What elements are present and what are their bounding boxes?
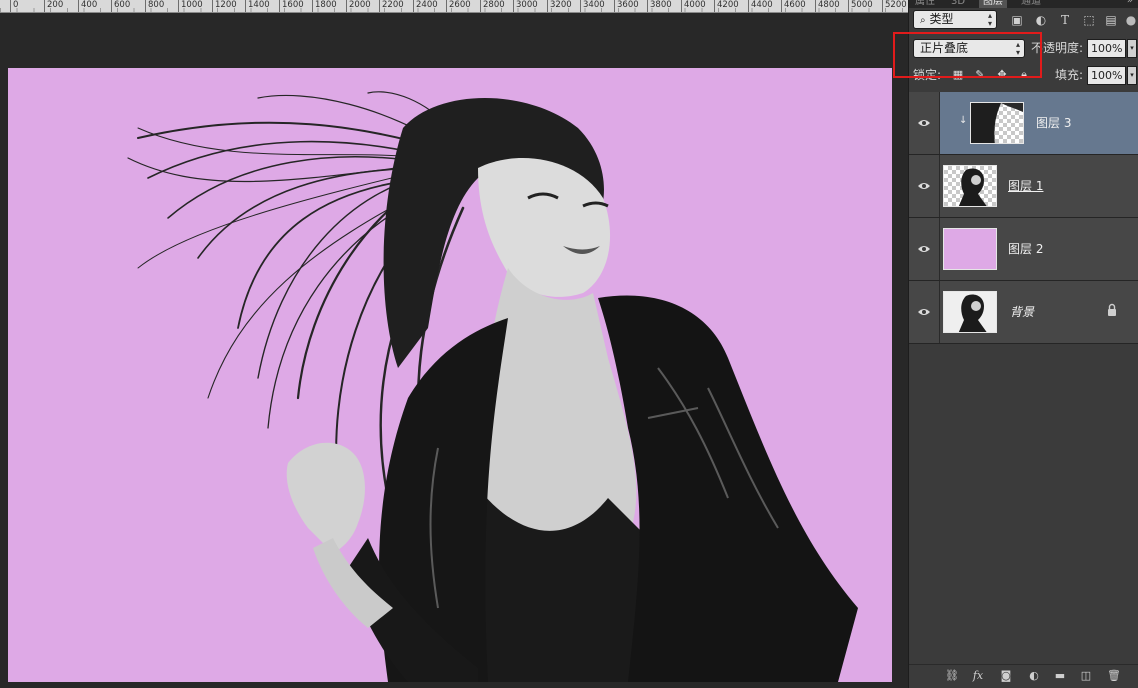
- layer-lock-icon: [1105, 303, 1119, 317]
- fill-dropdown-icon[interactable]: ▾: [1127, 66, 1137, 85]
- layer-row-background[interactable]: 背景: [909, 281, 1138, 344]
- layers-empty-area: [909, 346, 1138, 664]
- layer-name[interactable]: 图层 1: [1008, 155, 1043, 217]
- panel-tab-bar: 属性 3D 图层 通道 »: [909, 0, 1138, 8]
- fill-input[interactable]: 100%: [1087, 66, 1126, 85]
- opacity-label: 不透明度:: [1031, 41, 1084, 55]
- layer-name[interactable]: 图层 2: [1008, 218, 1043, 280]
- select-arrows-icon: ▴ ▾: [1015, 39, 1020, 57]
- lock-label: 锁定:: [913, 68, 942, 82]
- blend-mode-value: 正片叠底: [920, 41, 969, 55]
- tab-3d[interactable]: 3D: [951, 0, 965, 8]
- ruler-tick: 4800: [815, 0, 840, 12]
- add-mask-icon[interactable]: ◙: [999, 669, 1013, 683]
- horizontal-ruler[interactable]: 0 200 400 600 800 1000 1200 1400 1600 18…: [0, 0, 908, 13]
- smart-object-filter-icon[interactable]: ▤: [1103, 12, 1119, 28]
- filter-kind-select[interactable]: ⌕ 类型 ▴ ▾: [913, 10, 997, 29]
- layers-footer: ⛓ fx ◙ ◐ ▬ ◫ 🗑︎: [909, 664, 1138, 688]
- ruler-tick: 600: [111, 0, 130, 12]
- visibility-toggle[interactable]: [909, 281, 940, 343]
- ruler-tick: 1600: [279, 0, 304, 12]
- ruler-tick: 2200: [379, 0, 404, 12]
- blend-mode-select[interactable]: 正片叠底 ▴ ▾: [913, 39, 1025, 58]
- ruler-tick: 1800: [312, 0, 337, 12]
- ruler-tick: 1400: [245, 0, 270, 12]
- ruler-tick: 3200: [547, 0, 572, 12]
- image-filter-icon[interactable]: ▣: [1009, 12, 1025, 28]
- type-filter-icon[interactable]: T: [1057, 12, 1073, 28]
- tab-layers[interactable]: 图层: [979, 0, 1007, 8]
- layer-thumbnail[interactable]: [943, 291, 997, 333]
- ruler-tick: 2400: [413, 0, 438, 12]
- lock-row: 锁定: ▦ ✎ ✥ 🔒︎ 填充: 100% ▾: [909, 64, 1138, 86]
- layer-thumbnail[interactable]: [943, 228, 997, 270]
- ruler-tick: 2600: [446, 0, 471, 12]
- eye-icon: [918, 308, 930, 316]
- photoshop-window: 0 200 400 600 800 1000 1200 1400 1600 18…: [0, 0, 1138, 688]
- ruler-tick: 400: [78, 0, 97, 12]
- eye-icon: [918, 182, 930, 190]
- visibility-toggle[interactable]: [909, 218, 940, 280]
- fx-icon[interactable]: fx: [971, 669, 985, 683]
- ruler-tick: 2800: [480, 0, 505, 12]
- fill-label: 填充:: [1055, 68, 1084, 82]
- ruler-tick: 4600: [781, 0, 806, 12]
- layer-filter-row: ⌕ 类型 ▴ ▾ ▣ ◐ T ⬚ ▤ ●: [909, 9, 1138, 31]
- select-arrows-icon: ▴ ▾: [987, 10, 992, 28]
- layer-name[interactable]: 背景: [1010, 281, 1034, 343]
- layer-thumbnail[interactable]: [943, 165, 997, 207]
- ruler-tick: 4400: [748, 0, 773, 12]
- layer-row-2[interactable]: 图层 2: [909, 218, 1138, 281]
- layer-name[interactable]: 图层 3: [1036, 92, 1071, 154]
- blend-row: 正片叠底 ▴ ▾ 不透明度: 100% ▾: [909, 36, 1138, 60]
- lock-transparent-pixels-icon[interactable]: ▦: [951, 68, 965, 82]
- ruler-tick: 4200: [714, 0, 739, 12]
- link-layers-icon[interactable]: ⛓: [945, 669, 959, 683]
- layer-thumbnail[interactable]: [970, 102, 1024, 144]
- tab-properties[interactable]: 属性: [915, 0, 935, 8]
- ruler-tick: 800: [145, 0, 164, 12]
- adjustment-filter-icon[interactable]: ◐: [1033, 12, 1049, 28]
- panel-menu-icon[interactable]: »: [1127, 0, 1133, 6]
- layer-row-3[interactable]: ↓ 图层 3: [909, 92, 1138, 155]
- lock-image-pixels-icon[interactable]: ✎: [973, 68, 987, 82]
- jacket-right: [598, 295, 858, 682]
- ruler-tick: 3600: [614, 0, 639, 12]
- new-group-icon[interactable]: ▬: [1053, 669, 1067, 683]
- ruler-tick: 2000: [346, 0, 371, 12]
- adjustment-layer-icon[interactable]: ◐: [1027, 669, 1041, 683]
- ruler-tick: 5000: [848, 0, 873, 12]
- visibility-toggle[interactable]: [909, 155, 940, 217]
- search-icon: ⌕: [920, 15, 926, 26]
- layer-row-1[interactable]: 图层 1: [909, 155, 1138, 218]
- ruler-tick: 200: [44, 0, 63, 12]
- portrait-image: [127, 91, 858, 682]
- clipping-mask-icon: ↓: [959, 115, 968, 126]
- filter-kind-label: 类型: [929, 12, 954, 26]
- lock-all-icon[interactable]: 🔒︎: [1017, 68, 1031, 82]
- opacity-input[interactable]: 100%: [1087, 39, 1126, 58]
- new-layer-icon[interactable]: ◫: [1079, 669, 1093, 683]
- eye-icon: [918, 245, 930, 253]
- filter-toggle-icon[interactable]: ●: [1123, 12, 1138, 28]
- eye-icon: [918, 119, 930, 127]
- ruler-tick: 3800: [647, 0, 672, 12]
- ruler-tick: 3000: [513, 0, 538, 12]
- shape-filter-icon[interactable]: ⬚: [1081, 12, 1097, 28]
- ruler-tick: 4000: [681, 0, 706, 12]
- hand: [286, 442, 365, 553]
- ruler-tick: 1200: [212, 0, 237, 12]
- delete-layer-icon[interactable]: 🗑︎: [1107, 669, 1121, 683]
- ruler-tick: 0: [10, 0, 18, 12]
- layers-list: ↓ 图层 3 图层 1 图层 2 背景: [909, 92, 1138, 344]
- tab-channels[interactable]: 通道: [1021, 0, 1041, 8]
- ruler-tick: 5200: [882, 0, 907, 12]
- visibility-toggle[interactable]: [909, 92, 940, 154]
- opacity-dropdown-icon[interactable]: ▾: [1127, 39, 1137, 58]
- layers-panel: 属性 3D 图层 通道 » ⌕ 类型 ▴ ▾ ▣ ◐ T ⬚ ▤ ● 正片叠底 ▴…: [908, 0, 1138, 688]
- ruler-tick: 1000: [178, 0, 203, 12]
- lock-position-icon[interactable]: ✥: [995, 68, 1009, 82]
- document-canvas[interactable]: [8, 68, 892, 682]
- ruler-tick: 3400: [580, 0, 605, 12]
